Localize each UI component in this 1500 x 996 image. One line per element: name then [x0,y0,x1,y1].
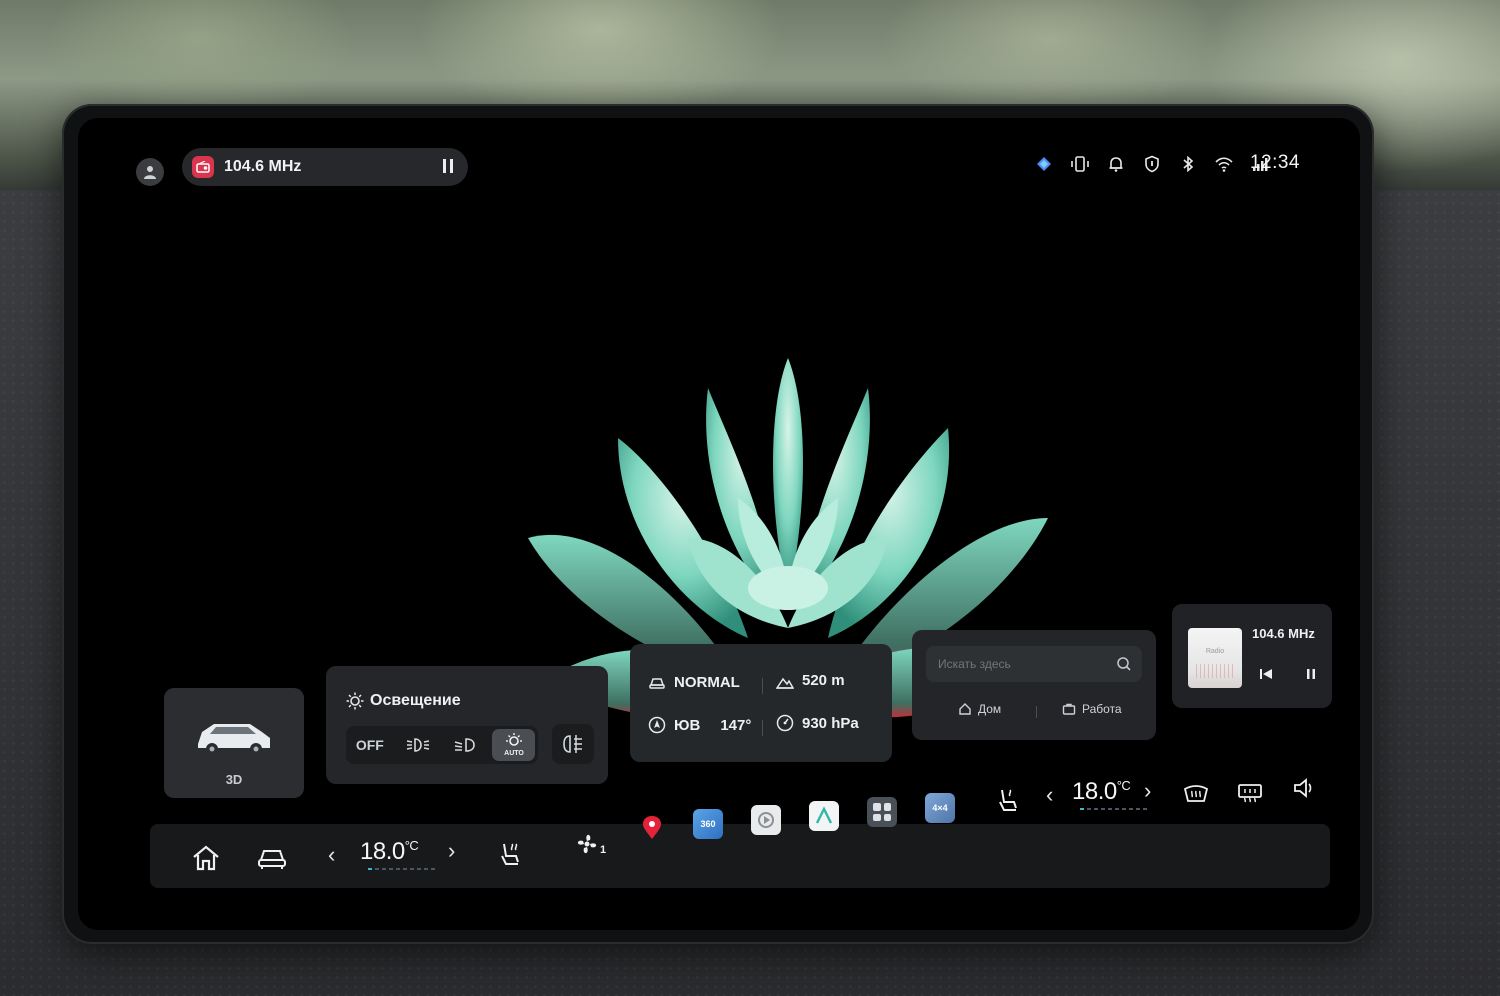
media-frequency: 104.6 MHz [224,158,302,175]
user-avatar[interactable] [136,158,164,186]
home-button[interactable] [186,838,226,878]
skip-previous-icon [1260,669,1272,679]
navigation-app-icon [809,801,839,831]
player-pause-button[interactable] [1304,666,1318,687]
rear-defrost-button[interactable] [1230,774,1270,810]
status-bar: 104.6 MHz 12:34 [78,146,1360,192]
phone-vibrate-icon[interactable] [1070,154,1090,174]
360-camera-icon: 360 [693,809,723,839]
altitude-row: 520 m [776,672,845,689]
drive-mode-row: NORMAL [648,674,740,691]
map-search-box[interactable] [926,646,1142,682]
front-defrost-button[interactable] [1176,776,1216,812]
left-temp-decrease[interactable]: ‹ [328,842,335,868]
infotainment-screen: 104.6 MHz 12:34 3D Освещение OFF AUTO NO… [78,118,1360,930]
app-navigation[interactable] [806,798,842,834]
status-icons [1034,154,1270,174]
altitude-icon [776,677,794,689]
front-defrost-icon [1183,785,1209,802]
fan-speed-button[interactable]: 1 [570,826,610,862]
seat-heat-right-button[interactable] [990,782,1026,818]
navigation-pin-button[interactable] [634,810,670,846]
temp-unit: °C [1116,778,1131,793]
media-mini-player[interactable]: 104.6 MHz [182,148,468,186]
left-temp-value: 18.0 [360,838,405,865]
pause-icon [443,159,453,173]
app-360-camera[interactable]: 360 [690,806,726,842]
left-temperature[interactable]: 18.0°C [360,838,435,870]
right-temp-increase[interactable]: › [1144,778,1151,804]
work-destination[interactable]: Работа [1062,702,1122,716]
volume-button[interactable] [1286,770,1322,806]
app-media[interactable] [748,802,784,838]
bluetooth-icon[interactable] [1178,154,1198,174]
seat-heat-icon [501,843,519,865]
map-pin-icon [643,816,661,839]
media-app-icon [751,805,781,835]
home-icon [959,703,971,715]
right-temp-gauge [1080,808,1147,810]
search-icon[interactable] [1116,656,1132,672]
work-label: Работа [1082,702,1122,716]
pause-icon [1307,669,1315,679]
rear-defrost-icon [1238,784,1262,803]
pause-button[interactable] [440,156,456,181]
right-temp-value: 18.0 [1072,778,1117,805]
right-temperature[interactable]: 18.0°C [1072,778,1147,810]
sun-icon [346,692,364,710]
shield-icon[interactable] [1142,154,1162,174]
right-temp-decrease[interactable]: ‹ [1046,782,1053,808]
radio-icon [192,156,214,178]
briefcase-icon [1062,703,1076,715]
home-destination[interactable]: Дом [958,702,1001,716]
divider [762,678,763,694]
app-grid[interactable] [864,794,900,830]
fan-icon [577,834,597,854]
vehicle-button[interactable] [252,838,292,878]
wifi-icon[interactable] [1214,154,1234,174]
previous-button[interactable] [1258,666,1274,687]
car-icon [258,850,286,869]
media-player-card[interactable]: Radio 104.6 MHz [1172,604,1332,708]
map-search-input[interactable] [938,657,1108,671]
volume-icon [1294,778,1312,798]
apps-grid-icon [867,797,897,827]
temp-unit: °C [404,838,419,853]
seat-heat-icon [999,789,1017,811]
left-temp-gauge [368,868,435,870]
drive-mode: NORMAL [674,674,740,691]
player-frequency: 104.6 MHz [1252,626,1315,641]
assistant-icon[interactable] [1034,154,1054,174]
bottom-dock: ‹ 18.0°C › 1 360 4×4 ‹ 18.0°C › [150,718,1340,888]
album-art: Radio [1188,628,1242,688]
home-icon [193,845,219,871]
album-art-label: Radio [1205,648,1225,655]
divider [1036,706,1037,718]
seat-heat-left-button[interactable] [492,836,528,872]
altitude-value: 520 m [802,672,845,689]
lighting-title: Освещение [370,692,461,709]
home-label: Дом [978,702,1002,716]
user-icon [144,166,156,179]
4x4-app-icon: 4×4 [925,793,955,823]
left-temp-increase[interactable]: › [448,838,455,864]
fan-level: 1 [599,844,607,856]
dock-bar [150,824,1330,888]
app-4x4[interactable]: 4×4 [922,790,958,826]
bell-icon[interactable] [1106,154,1126,174]
car-front-icon [649,677,665,689]
clock: 12:34 [1249,152,1300,173]
